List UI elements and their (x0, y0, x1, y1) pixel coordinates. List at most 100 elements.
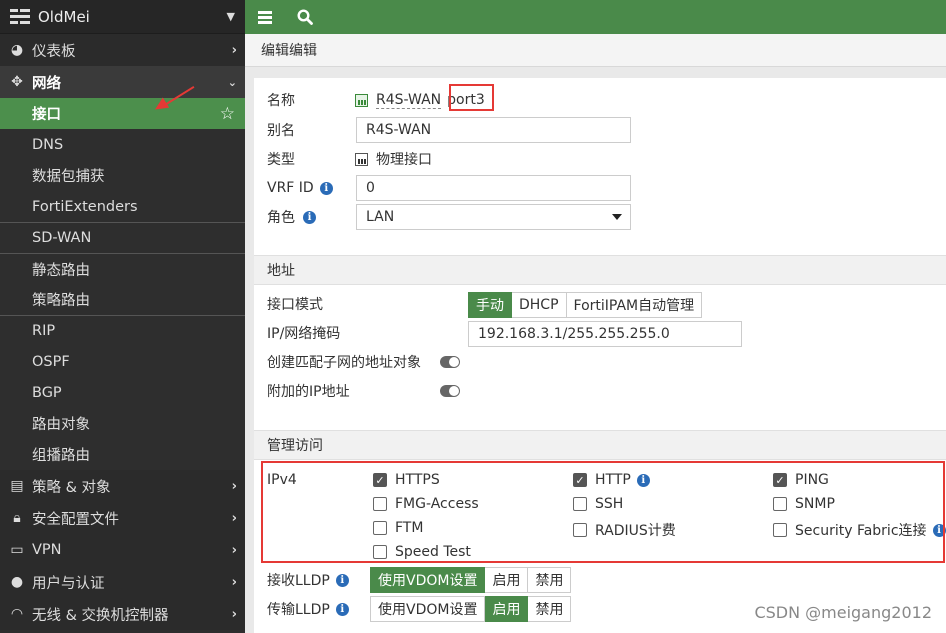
sidebar-item-ospf[interactable]: OSPF (0, 346, 245, 377)
search-button[interactable] (285, 0, 325, 34)
sidebar-item-dns[interactable]: DNS (0, 129, 245, 160)
ip-row: IP/网络掩码 (267, 321, 340, 345)
vrf-id-field[interactable]: 0 (356, 175, 631, 201)
lldp-tx-vdom-option[interactable]: 使用VDOM设置 (370, 596, 486, 622)
nav-network-label: 网络 (32, 75, 61, 92)
info-icon[interactable]: i (335, 573, 349, 587)
sidebar-item-rip[interactable]: RIP (0, 315, 245, 346)
nav-label: 无线 & 交换机控制器 (32, 607, 169, 624)
alias-field[interactable]: R4S-WAN (356, 117, 631, 143)
role-label: 角色 (267, 210, 295, 226)
nav-dashboard-label: 仪表板 (32, 43, 76, 60)
hamburger-icon (258, 11, 272, 24)
lldp-rx-label: 接收LLDP (267, 573, 330, 589)
brand-header[interactable]: OldMei ▼ (0, 0, 245, 34)
lldp-tx-label: 传输LLDP (267, 602, 330, 618)
lldp-rx-row: 接收LLDP i (267, 568, 349, 592)
type-label: 类型 (267, 152, 295, 168)
lldp-tx-enable-option[interactable]: 启用 (485, 596, 529, 622)
create-subnet-label: 创建匹配子网的地址对象 (267, 355, 421, 371)
chevron-right-icon: › (231, 574, 237, 590)
mode-label: 接口模式 (267, 297, 323, 313)
type-value: 物理接口 (376, 152, 432, 168)
sidebar-item-label: OSPF (32, 353, 70, 370)
chevron-down-icon[interactable]: ▼ (227, 10, 235, 23)
sidebar: OldMei ▼ ◕ 仪表板 › ✥ 网络 ⌄ 接口 ☆ DNS 数据包捕获 F… (0, 0, 245, 633)
main-content: 编辑编辑 名称 R4S-WAN port3 别名 R4S-WAN 类型 物理接口… (245, 34, 946, 633)
sidebar-item-packet-capture[interactable]: 数据包捕获 (0, 160, 245, 191)
mode-row: 接口模式 (267, 292, 323, 316)
sidebar-item-routing-objects[interactable]: 路由对象 (0, 408, 245, 439)
info-icon[interactable]: i (335, 602, 349, 616)
role-row: 角色 i (267, 205, 316, 229)
sidebar-item-policy-routes[interactable]: 策略路由 (0, 284, 245, 315)
interface-name: R4S-WAN (376, 91, 442, 109)
create-subnet-toggle[interactable] (440, 356, 460, 368)
mode-manual-option[interactable]: 手动 (468, 292, 512, 318)
user-icon: ● (10, 574, 24, 590)
sidebar-item-fortiextenders[interactable]: FortiExtenders (0, 191, 245, 222)
chevron-right-icon: › (231, 478, 237, 494)
vrf-row: VRF ID i (267, 176, 333, 200)
nav-user-auth[interactable]: ● 用户与认证 › (0, 566, 245, 598)
fortinet-logo-icon (10, 8, 30, 25)
wifi-icon: ◠ (10, 606, 24, 622)
menu-button[interactable] (245, 0, 285, 34)
network-icon: ✥ (11, 74, 23, 90)
sidebar-item-label: FortiExtenders (32, 198, 138, 215)
lldp-rx-enable-option[interactable]: 启用 (485, 567, 529, 593)
role-select[interactable]: LAN (356, 204, 631, 230)
nav-network[interactable]: ✥ 网络 ⌄ (0, 66, 245, 98)
sidebar-item-label: SD-WAN (32, 230, 92, 246)
nav-policy-objects[interactable]: ▤ 策略 & 对象 › (0, 470, 245, 502)
role-value: LAN (366, 209, 395, 225)
sidebar-item-sd-wan[interactable]: SD-WAN (0, 222, 245, 253)
alias-row: 别名 (267, 118, 295, 142)
lldp-tx-toggle: 使用VDOM设置 启用 禁用 (370, 596, 572, 622)
lock-icon: 🔒︎ (13, 510, 21, 526)
chevron-right-icon: › (231, 542, 237, 558)
nav-vpn[interactable]: ▭ VPN › (0, 534, 245, 566)
interface-icon (355, 93, 368, 107)
type-row: 类型 物理接口 (267, 147, 432, 171)
device-name: OldMei (38, 7, 90, 26)
lldp-rx-disable-option[interactable]: 禁用 (528, 567, 572, 593)
alias-label: 别名 (267, 123, 295, 139)
secondary-ip-label: 附加的IP地址 (267, 384, 350, 400)
section-address: 地址 (254, 255, 946, 285)
watermark: CSDN @meigang2012 (754, 603, 932, 622)
nav-wifi-switch[interactable]: ◠ 无线 & 交换机控制器 › (0, 598, 245, 630)
secondary-ip-toggle[interactable] (440, 385, 460, 397)
create-subnet-row: 创建匹配子网的地址对象 (267, 350, 421, 374)
lldp-rx-vdom-option[interactable]: 使用VDOM设置 (370, 567, 486, 593)
mode-fortiipam-option[interactable]: FortiIPAM自动管理 (566, 292, 703, 318)
sidebar-item-label: DNS (32, 136, 64, 153)
chevron-down-icon: ⌄ (227, 75, 237, 89)
sidebar-item-static-routes[interactable]: 静态路由 (0, 253, 245, 284)
section-admin-access: 管理访问 (254, 430, 946, 460)
ip-netmask-field[interactable]: 192.168.3.1/255.255.255.0 (468, 321, 742, 347)
search-icon (297, 9, 313, 25)
addressing-mode-toggle: 手动 DHCP FortiIPAM自动管理 (468, 292, 703, 318)
info-icon[interactable]: i (319, 181, 333, 195)
star-icon[interactable]: ☆ (220, 104, 235, 124)
sidebar-item-label: 组播路由 (32, 448, 90, 464)
chevron-right-icon: › (231, 606, 237, 622)
nav-security-profiles[interactable]: 🔒︎ 安全配置文件 › (0, 502, 245, 534)
nav-dashboard[interactable]: ◕ 仪表板 › (0, 34, 245, 66)
page-title: 编辑编辑 (245, 34, 946, 67)
highlight-port (449, 84, 494, 111)
nav-label: 策略 & 对象 (32, 479, 111, 496)
info-icon[interactable]: i (303, 210, 316, 224)
mode-dhcp-option[interactable]: DHCP (512, 292, 567, 318)
dashboard-icon: ◕ (10, 42, 24, 58)
sidebar-item-bgp[interactable]: BGP (0, 377, 245, 408)
sidebar-item-label: 策略路由 (32, 293, 90, 309)
sidebar-item-label: 路由对象 (32, 417, 90, 433)
secondary-ip-row: 附加的IP地址 (267, 379, 350, 403)
lldp-tx-disable-option[interactable]: 禁用 (528, 596, 572, 622)
sidebar-item-label: 静态路由 (32, 262, 90, 279)
sidebar-item-interfaces[interactable]: 接口 ☆ (0, 98, 245, 129)
sidebar-item-multicast[interactable]: 组播路由 (0, 439, 245, 470)
sidebar-item-label: RIP (32, 323, 56, 339)
